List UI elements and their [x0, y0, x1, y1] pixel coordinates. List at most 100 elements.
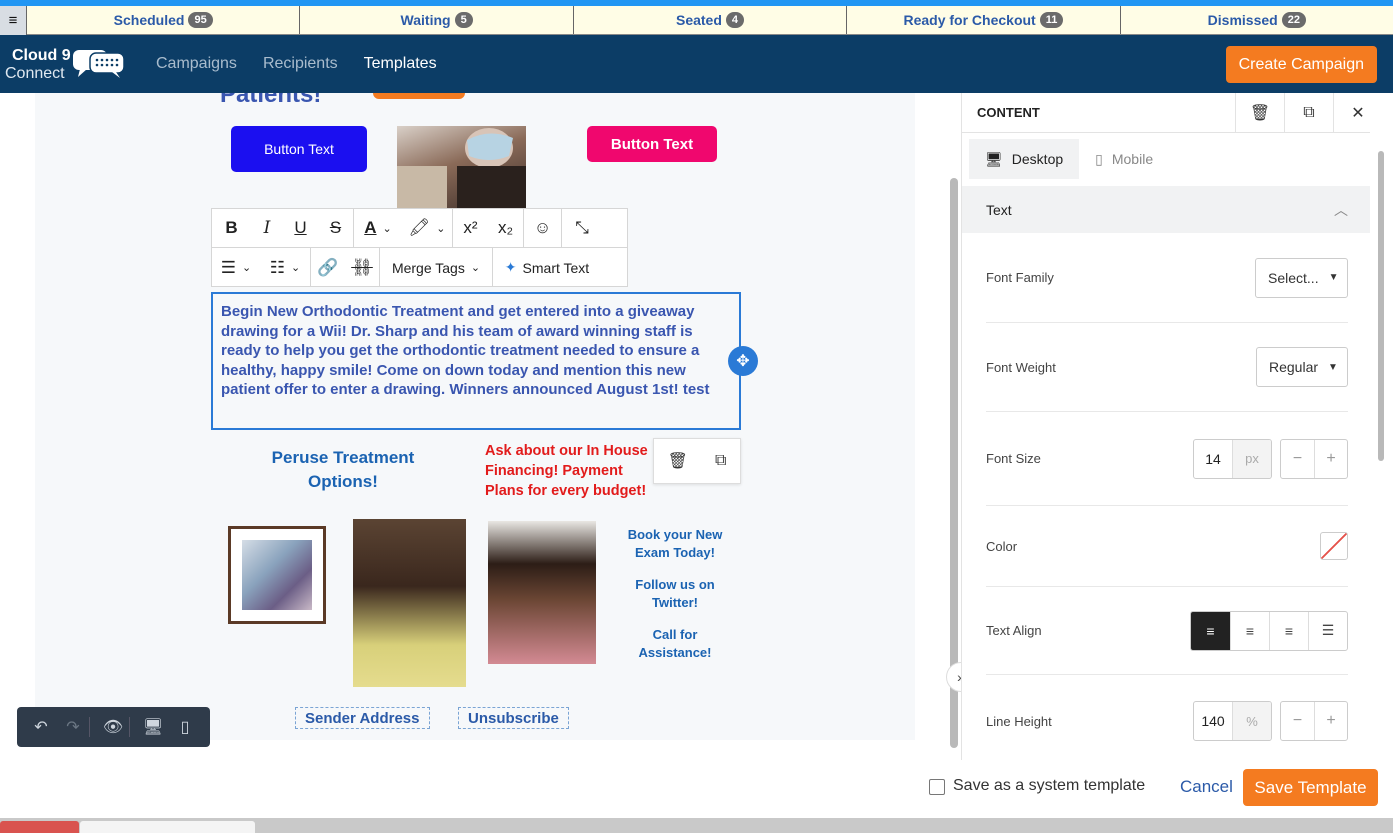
view-tabs: 🖥 Desktop ▯ Mobile [969, 139, 1169, 179]
smiling-girl-photo[interactable] [353, 519, 466, 687]
browser-tab[interactable] [80, 821, 255, 833]
magic-wand-icon: ✦ [504, 259, 517, 275]
book-exam-link[interactable]: Book your New Exam Today! [625, 526, 725, 562]
email-heading: Patients! [220, 93, 322, 108]
browser-tab-strip [0, 818, 1393, 833]
caret-down-icon: ▼ [1328, 361, 1338, 373]
canvas-scrollbar[interactable] [947, 93, 961, 760]
line-height-value[interactable]: 140 [1194, 702, 1233, 740]
bold-icon[interactable]: B [212, 209, 251, 248]
highlight-icon[interactable]: 🖍 ⌄ [402, 209, 452, 248]
tab-mobile[interactable]: ▯ Mobile [1079, 139, 1169, 179]
merge-tags-label: Merge Tags [391, 259, 465, 276]
content-panel: CONTENT 🗑 ⧉ ✕ 🖥 Desktop ▯ Mobile Text ︿ Fo… [961, 93, 1393, 760]
align-right-icon[interactable]: ≡ [1269, 611, 1308, 650]
trash-icon[interactable]: 🗑 [668, 451, 688, 471]
dental-photo-top[interactable] [397, 126, 526, 208]
email-template: Patients! Button Text Button Text B I U … [35, 93, 915, 740]
email-button-blue[interactable]: Button Text [231, 126, 367, 172]
superscript-icon[interactable]: x² [453, 209, 488, 248]
plus-icon[interactable]: + [1314, 702, 1347, 740]
font-size-input[interactable]: 14 px [1193, 438, 1272, 479]
plus-icon[interactable]: + [1314, 439, 1347, 478]
bullet-list-icon[interactable]: ☰ ⌄ [212, 248, 260, 287]
main-navbar: Cloud 9 Connect Campaigns Recipients Tem… [0, 35, 1393, 93]
font-size-value[interactable]: 14 [1194, 439, 1233, 478]
chevron-up-icon: ︿ [1334, 201, 1348, 218]
count-badge: 95 [188, 12, 213, 28]
cancel-link[interactable]: Cancel [1180, 777, 1233, 797]
section-text-header[interactable]: Text ︿ [962, 186, 1372, 233]
email-button-pink[interactable]: Button Text [587, 126, 717, 162]
emoji-icon[interactable]: ☺ [524, 209, 561, 248]
duplicate-icon[interactable]: ⧉ [715, 452, 726, 470]
body-text[interactable]: Begin New Orthodontic Treatment and get … [221, 302, 731, 400]
status-scheduled[interactable]: Scheduled 95 [27, 6, 301, 34]
color-row: Color [986, 506, 1348, 587]
desktop-view-icon[interactable]: 🖥 [137, 717, 169, 737]
subscript-icon[interactable]: x₂ [488, 209, 523, 248]
align-center-icon[interactable]: ≡ [1230, 611, 1269, 650]
minus-icon[interactable]: − [1281, 440, 1314, 478]
mobile-icon: ▯ [1095, 150, 1103, 167]
status-ready-for-checkout[interactable]: Ready for Checkout 11 [847, 6, 1121, 34]
delete-icon[interactable]: 🗑 [1235, 93, 1284, 133]
row-handle-tab[interactable] [373, 93, 465, 99]
nav-templates[interactable]: Templates [364, 55, 437, 73]
sender-address-tag[interactable]: Sender Address [295, 707, 430, 729]
nav-recipients[interactable]: Recipients [263, 55, 338, 73]
strikethrough-icon[interactable]: S [318, 209, 353, 248]
minus-icon[interactable]: − [1281, 702, 1314, 740]
status-seated[interactable]: Seated 4 [574, 6, 848, 34]
smiling-woman-photo[interactable] [488, 521, 596, 664]
link-icon[interactable]: 🔗 [311, 248, 345, 287]
cloud9-logo[interactable]: Cloud 9 Connect [0, 35, 130, 93]
tab-label: Desktop [1011, 151, 1064, 167]
line-height-unit: % [1233, 702, 1271, 740]
unsubscribe-tag[interactable]: Unsubscribe [458, 707, 569, 729]
hamburger-menu-icon[interactable]: ≡ [0, 6, 27, 35]
numbered-list-icon[interactable]: ☷ ⌄ [260, 248, 310, 287]
call-assistance-link[interactable]: Call for Assistance! [625, 626, 725, 662]
italic-icon[interactable]: I [251, 209, 283, 248]
nav-campaigns[interactable]: Campaigns [156, 55, 237, 73]
desktop-icon: 🖥 [985, 150, 1003, 167]
collapse-toolbar-icon[interactable]: ⤡ [562, 209, 602, 248]
font-color-icon[interactable]: A ⌄ [354, 209, 402, 248]
align-left-icon[interactable]: ≡ [1191, 611, 1230, 650]
create-campaign-button[interactable]: Create Campaign [1225, 46, 1377, 83]
save-template-button[interactable]: Save Template [1243, 769, 1378, 806]
system-template-checkbox[interactable] [929, 779, 945, 795]
redo-icon[interactable]: ↷ [57, 717, 89, 737]
undo-icon[interactable]: ↶ [25, 717, 57, 737]
status-waiting[interactable]: Waiting 5 [300, 6, 574, 34]
smart-text-button[interactable]: ✦ Smart Text [493, 248, 601, 287]
count-badge: 22 [1281, 12, 1306, 28]
system-template-label[interactable]: Save as a system template [953, 777, 1145, 795]
side-links: Book your New Exam Today! Follow us on T… [625, 526, 725, 676]
follow-twitter-link[interactable]: Follow us on Twitter! [625, 576, 725, 612]
font-family-select[interactable]: Select... ▼ [1255, 257, 1348, 298]
font-weight-label: Font Weight [986, 359, 1056, 375]
line-height-label: Line Height [986, 713, 1052, 729]
panel-scrollbar[interactable] [1370, 93, 1393, 760]
font-family-value: Select... [1268, 269, 1319, 286]
framed-photo[interactable] [228, 526, 326, 624]
tab-desktop[interactable]: 🖥 Desktop [969, 139, 1080, 179]
email-canvas: Patients! Button Text Button Text B I U … [0, 93, 947, 760]
move-handle-icon[interactable]: ✥ [728, 346, 758, 376]
underline-icon[interactable]: U [283, 209, 318, 248]
color-picker-swatch[interactable] [1320, 532, 1348, 560]
dentist-image [397, 128, 526, 208]
align-justify-icon[interactable]: ☰ [1308, 611, 1347, 650]
preview-eye-icon[interactable]: 👁 [97, 717, 129, 737]
text-block-editor[interactable]: Begin New Orthodontic Treatment and get … [211, 292, 741, 430]
unlink-icon[interactable]: ⛓ [345, 248, 379, 287]
line-height-input[interactable]: 140% [1193, 701, 1272, 741]
duplicate-block-icon[interactable]: ⧉ [1284, 93, 1333, 133]
mobile-view-icon[interactable]: ▯ [169, 717, 201, 737]
browser-tab[interactable] [0, 821, 79, 833]
font-weight-select[interactable]: Regular ▼ [1256, 347, 1348, 387]
merge-tags-dropdown[interactable]: Merge Tags ⌄ [380, 248, 492, 287]
status-dismissed[interactable]: Dismissed 22 [1121, 6, 1393, 34]
